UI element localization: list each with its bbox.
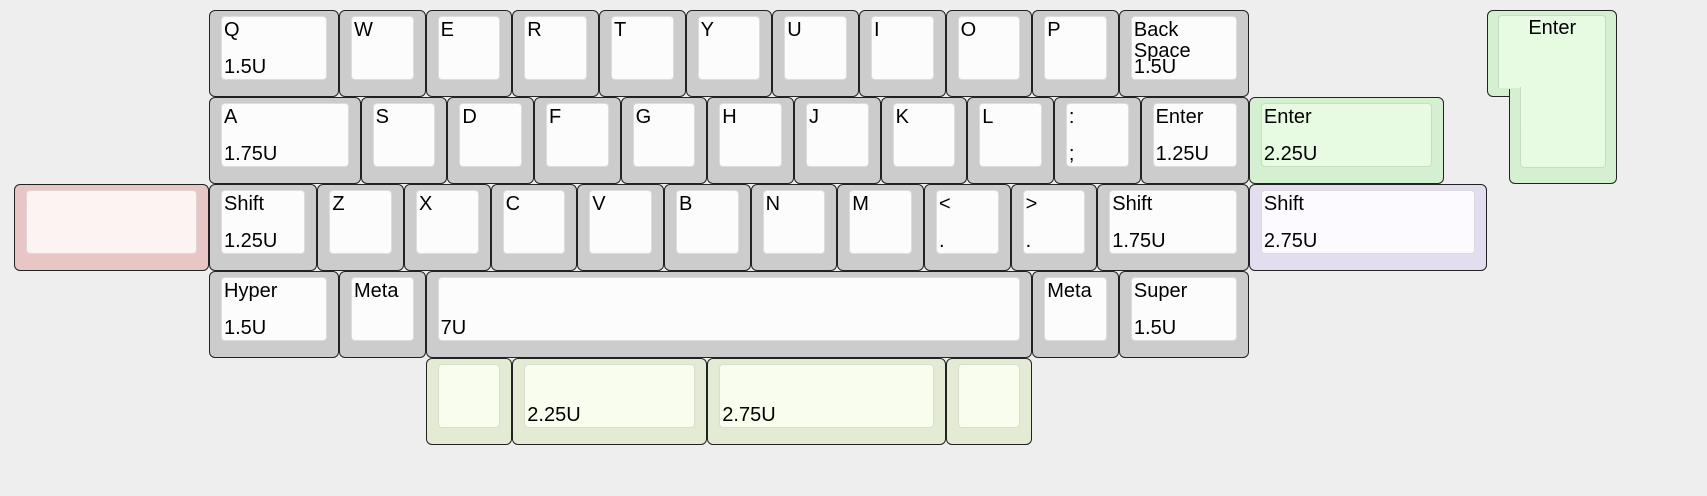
keycap-face <box>957 364 1021 428</box>
key-iso-enter[interactable]: Enter <box>1487 10 1618 184</box>
key-blank-lime-2[interactable] <box>945 358 1033 445</box>
keycap-face <box>632 103 696 167</box>
keycap-face <box>892 103 956 167</box>
keycap-face <box>415 190 479 254</box>
key-f[interactable]: F <box>533 97 621 184</box>
key-x[interactable]: X <box>403 184 491 271</box>
keycap-face <box>1152 103 1237 167</box>
key-p[interactable]: P <box>1032 10 1119 97</box>
key-w[interactable]: W <box>338 10 426 97</box>
keycap-face <box>762 190 826 254</box>
key-e[interactable]: E <box>425 10 513 97</box>
key-i[interactable]: I <box>858 10 946 97</box>
key-blank-red[interactable] <box>14 184 209 271</box>
key-backspace[interactable]: Back Space 1.5U <box>1118 10 1249 97</box>
keycap-face <box>979 103 1042 167</box>
keycap-face <box>459 103 522 167</box>
keycap-face <box>437 277 1021 341</box>
keycap-face <box>502 190 566 254</box>
key-hyper[interactable]: Hyper 1.5U <box>209 271 339 358</box>
keycap-face <box>372 103 436 167</box>
iso-enter-cap-upper <box>1498 15 1607 88</box>
key-blank-lime-1[interactable] <box>425 358 513 445</box>
keycap-face <box>524 364 696 428</box>
keycap-face <box>805 103 869 167</box>
keycap-face <box>1044 16 1107 80</box>
keycap-face <box>1130 16 1237 80</box>
key-meta-left[interactable]: Meta <box>338 271 426 358</box>
keycap-face <box>1260 103 1432 167</box>
key-j[interactable]: J <box>793 97 881 184</box>
key-colon[interactable]: :; <box>1053 97 1141 184</box>
key-c[interactable]: C <box>490 184 578 271</box>
keycap-face <box>1130 277 1237 341</box>
key-n[interactable]: N <box>750 184 838 271</box>
keycap-face <box>1260 190 1476 254</box>
key-a[interactable]: A 1.75U <box>209 97 361 184</box>
keycap-face <box>350 277 414 341</box>
keycap-face <box>675 190 739 254</box>
key-d[interactable]: D <box>447 97 534 184</box>
keycap-face <box>437 364 501 428</box>
key-t[interactable]: T <box>598 10 686 97</box>
keycap-face <box>329 190 392 254</box>
keycap-face <box>221 190 306 254</box>
keycap-face <box>957 16 1021 80</box>
key-period[interactable]: >. <box>1010 184 1098 271</box>
keycap-face <box>697 16 761 80</box>
keycap-face <box>849 190 912 254</box>
key-k[interactable]: K <box>880 97 968 184</box>
keycap-face <box>221 277 327 341</box>
keycap-face <box>1022 190 1086 254</box>
key-g[interactable]: G <box>620 97 708 184</box>
key-r[interactable]: R <box>512 10 599 97</box>
key-super[interactable]: Super 1.5U <box>1118 271 1249 358</box>
key-space-275[interactable]: 2.75U <box>707 358 946 445</box>
key-s[interactable]: S <box>360 97 448 184</box>
key-shift-275[interactable]: Shift 2.75U <box>1248 184 1488 271</box>
key-b[interactable]: B <box>663 184 751 271</box>
keycap-face <box>870 16 934 80</box>
key-v[interactable]: V <box>577 184 664 271</box>
key-space-7u[interactable]: 7U <box>425 271 1033 358</box>
keycap-face <box>1044 277 1107 341</box>
key-z[interactable]: Z <box>317 184 404 271</box>
key-shift-right[interactable]: Shift 1.75U <box>1097 184 1249 271</box>
keycap-face <box>719 364 934 428</box>
keycap-face <box>610 16 674 80</box>
key-m[interactable]: M <box>837 184 924 271</box>
key-o[interactable]: O <box>945 10 1033 97</box>
key-space-225[interactable]: 2.25U <box>512 358 708 445</box>
key-u[interactable]: U <box>772 10 859 97</box>
keycap-face <box>935 190 999 254</box>
keycap-face <box>719 103 782 167</box>
keycap-face <box>545 103 609 167</box>
key-enter-125[interactable]: Enter 1.25U <box>1140 97 1249 184</box>
key-shift-left[interactable]: Shift 1.25U <box>209 184 318 271</box>
key-l[interactable]: L <box>967 97 1054 184</box>
keycap-face <box>221 16 327 80</box>
key-meta-right[interactable]: Meta <box>1032 271 1119 358</box>
iso-enter-cap-lower <box>1519 87 1607 168</box>
keycap-face <box>784 16 847 80</box>
keycap-face <box>350 16 414 80</box>
keycap-face <box>1109 190 1237 254</box>
keycap-face <box>437 16 501 80</box>
key-q[interactable]: Q 1.5U <box>209 10 339 97</box>
keycap-face <box>1065 103 1129 167</box>
key-comma[interactable]: <. <box>923 184 1011 271</box>
key-enter-225[interactable]: Enter 2.25U <box>1248 97 1444 184</box>
keycap-face <box>221 103 349 167</box>
keycap-face <box>589 190 652 254</box>
key-h[interactable]: H <box>707 97 794 184</box>
keycap-face <box>524 16 587 80</box>
keyboard-layout: Q 1.5U W E R T Y U I O P Back Space 1.5U A 1.75U S D F G H J… <box>0 0 1707 496</box>
keycap-face <box>26 190 197 254</box>
key-y[interactable]: Y <box>685 10 773 97</box>
